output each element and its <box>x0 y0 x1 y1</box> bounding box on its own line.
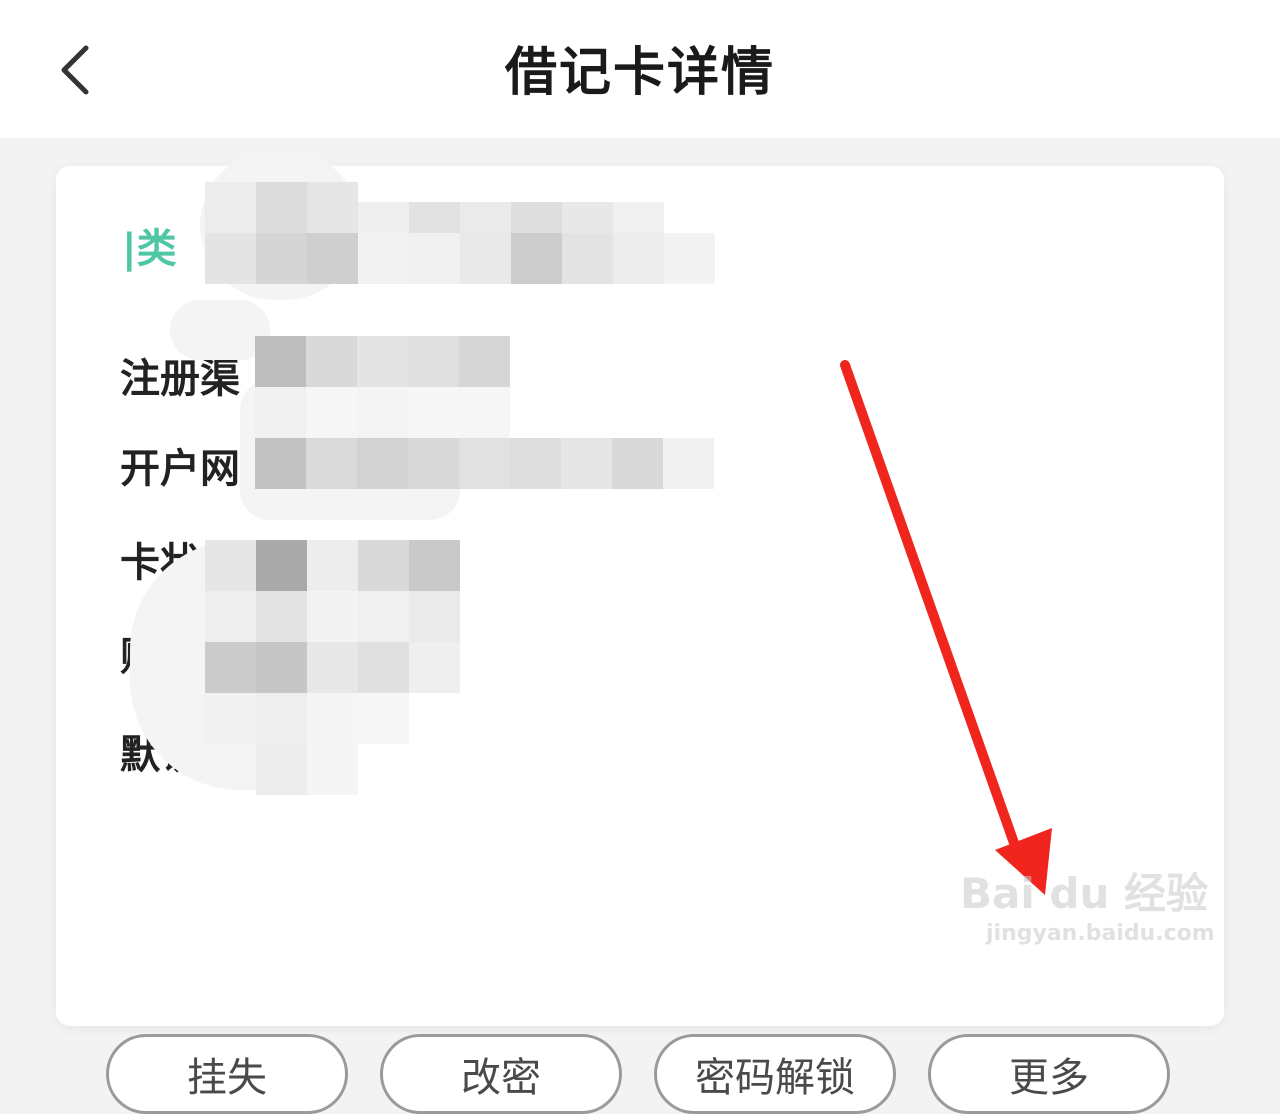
watermark-brand: Bai du 经验 <box>960 869 1208 918</box>
watermark: Bai du 经验 jingyan.baidu.com <box>960 860 1215 946</box>
unlock-password-button[interactable]: 密码解锁 <box>654 1034 896 1114</box>
watermark-url: jingyan.baidu.com <box>986 921 1215 946</box>
annotation-arrow <box>840 360 1052 895</box>
more-button[interactable]: 更多 <box>928 1034 1170 1114</box>
report-loss-button[interactable]: 挂失 <box>106 1034 348 1114</box>
change-password-button[interactable]: 改密 <box>380 1034 622 1114</box>
